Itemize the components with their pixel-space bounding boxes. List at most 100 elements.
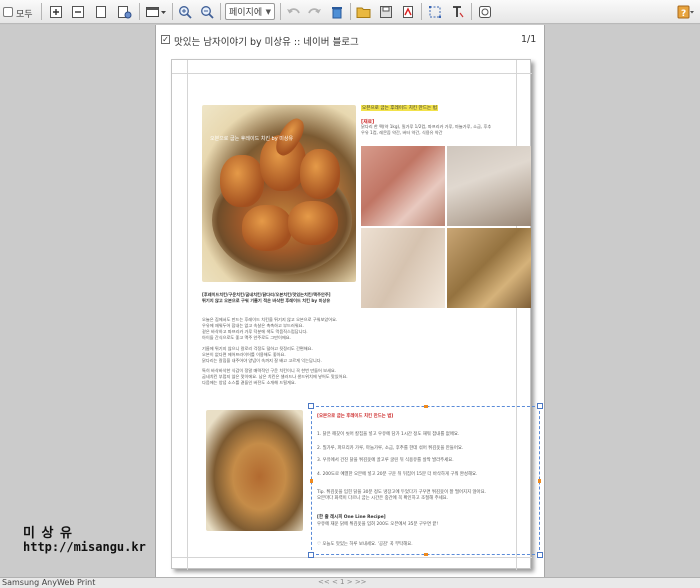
- recipe-step: 2. 밀가루, 파프리카 가루, 마늘가루, 소금, 후추를 한데 섞어 튀김옷…: [317, 446, 464, 451]
- margin-guide: [172, 73, 532, 74]
- save-icon: [380, 5, 392, 18]
- chicken-leg: [206, 410, 240, 450]
- resize-handle[interactable]: [538, 479, 541, 483]
- svg-text:?: ?: [681, 9, 686, 19]
- resize-handle[interactable]: [537, 403, 543, 409]
- chicken-leg: [206, 492, 236, 530]
- add-page-button[interactable]: [48, 3, 64, 20]
- save-button[interactable]: [378, 3, 394, 20]
- select-all-checkbox[interactable]: [3, 7, 13, 17]
- page-setup-button[interactable]: [115, 3, 133, 20]
- left-pane: [0, 25, 155, 577]
- zoom-out-button[interactable]: [199, 3, 215, 20]
- toolbar-separator: [350, 3, 351, 20]
- resize-handle[interactable]: [308, 552, 314, 558]
- chicken-leg: [288, 201, 338, 245]
- settings-button[interactable]: [477, 3, 493, 20]
- margin-guide: [172, 557, 532, 558]
- settings-icon: [479, 5, 491, 18]
- recipe-step: 4. 200도로 예열한 오븐에 넣고 20분 구운 뒤 뒤집어 15분 더 바…: [317, 472, 478, 477]
- page-settings-icon: [118, 5, 132, 18]
- toolbar-separator: [41, 3, 42, 20]
- chicken-leg: [206, 450, 240, 492]
- chicken-leg: [206, 530, 246, 531]
- watermark-url: http://misangu.kr: [23, 540, 146, 554]
- toolbar-separator: [421, 3, 422, 20]
- chicken-leg: [220, 155, 264, 207]
- undo-button[interactable]: [285, 3, 301, 20]
- toolbar-separator: [220, 3, 221, 20]
- recipe-step: 1. 닭은 깨끗이 씻어 칼집을 넣고 우유에 담가 1시간 정도 재워 잡내를…: [317, 432, 460, 437]
- margin-guide: [187, 60, 188, 570]
- closing-text: ♡ 오늘도 맛있는 하루 보내세요. '공감' 꾹 부탁해요.: [317, 542, 413, 547]
- help-icon: ?: [677, 5, 694, 19]
- one-line-text: 우유에 재운 닭에 튀김옷을 입혀 200도 오븐에서 35분 구우면 끝!: [317, 522, 439, 527]
- document-title: 맛있는 남자이야기 by 미상유 :: 네이버 블로그: [174, 37, 359, 48]
- watermark-name: 미 상 유: [23, 526, 73, 541]
- help-button[interactable]: ?: [676, 3, 696, 20]
- page-view-button[interactable]: [93, 3, 109, 20]
- redo-button[interactable]: [307, 3, 323, 20]
- chevron-down-icon: ▼: [265, 7, 271, 16]
- body-paragraph: 오늘은 집에서도 만드는 후레이드 치킨을 튀기지 않고 오븐으로 구워보았어요…: [202, 317, 338, 340]
- recipe-step: 3. 우유에서 건진 닭을 튀김옷에 골고루 굴린 뒤 식용유를 살짝 발라주세…: [317, 458, 454, 463]
- zoom-out-icon: [201, 5, 214, 19]
- chicken-photo-main: 오븐으로 굽는 후레이드 치킨 by 미상유: [202, 105, 356, 282]
- chicken-leg: [242, 205, 292, 251]
- chicken-photo-small: [206, 410, 303, 531]
- zoom-fit-value: 페이지에 맞춤: [229, 8, 265, 18]
- save-pdf-button[interactable]: [400, 3, 416, 20]
- toolbar: 모두 페이지에 맞춤 ▼: [0, 0, 700, 24]
- page-icon: [96, 5, 106, 18]
- document-pane: ✓ 맛있는 남자이야기 by 미상유 :: 네이버 블로그 1/1 오븐으로 굽…: [155, 25, 545, 577]
- redo-icon: [308, 7, 321, 13]
- capture-area-button[interactable]: [427, 3, 443, 20]
- frame-select-dropdown[interactable]: [145, 3, 167, 20]
- app-name: Samsung AnyWeb Print: [2, 578, 96, 587]
- frame-dropdown-icon: [146, 6, 166, 17]
- document-checkbox[interactable]: ✓: [161, 35, 170, 44]
- body-paragraph: 특히 바삭바삭한 식감이 정말 매력적인 구운 치킨이니 꼭 한번 만들어 보세…: [202, 368, 348, 385]
- text-edit-button[interactable]: [450, 3, 466, 20]
- toolbar-separator: [471, 3, 472, 20]
- text-tool-icon: [453, 5, 464, 17]
- photo-grid: [361, 146, 531, 308]
- resize-handle[interactable]: [424, 553, 428, 556]
- delete-button[interactable]: [329, 3, 345, 20]
- photo-caption: 오븐으로 굽는 후레이드 치킨 by 미상유: [210, 136, 294, 142]
- selection-area[interactable]: [311, 406, 540, 555]
- recipe-title: [오븐으로 굽는 후레이드 치킨 만드는 법]: [317, 414, 394, 419]
- zoom-in-button[interactable]: [177, 3, 193, 20]
- capture-area-icon: [429, 5, 441, 18]
- grid-photo-coated-chicken: [447, 146, 531, 226]
- add-page-icon: [50, 5, 62, 18]
- page-navigator[interactable]: << < 1 > >>: [318, 578, 367, 586]
- undo-icon: [287, 7, 300, 13]
- remove-page-button[interactable]: [70, 3, 86, 20]
- resize-handle[interactable]: [308, 403, 314, 409]
- zoom-fit-select[interactable]: 페이지에 맞춤 ▼: [225, 3, 275, 20]
- chicken-leg: [300, 149, 340, 199]
- toolbar-separator: [139, 3, 140, 20]
- open-button[interactable]: [355, 3, 373, 20]
- one-line-title: [한 줄 레시피 One Line Recipe]: [317, 515, 386, 520]
- trash-icon: [332, 6, 342, 18]
- intro-line: 우유 1컵, 레몬즙 약간, 버터 약간, 식용유 약간: [361, 130, 443, 135]
- folder-icon: [356, 7, 371, 18]
- right-pane: [545, 25, 700, 577]
- highlight-heading: 오븐으로 굽는 후레이드 치킨 만드는 법: [361, 105, 438, 111]
- resize-handle[interactable]: [424, 405, 428, 408]
- body-paragraph: 기름에 튀기지 않으니 칼로리 걱정도 덜하고 뒷정리도 간편해요. 오븐이 없…: [202, 346, 322, 363]
- resize-handle[interactable]: [537, 552, 543, 558]
- select-all-label: 모두: [16, 10, 33, 20]
- zoom-in-icon: [179, 5, 192, 19]
- page-count: 1/1: [521, 34, 537, 45]
- resize-handle[interactable]: [310, 479, 313, 483]
- pdf-icon: [403, 5, 413, 18]
- grid-photo-raw-chicken: [361, 146, 445, 226]
- toolbar-separator: [280, 3, 281, 20]
- print-page: 오븐으로 굽는 후레이드 치킨 by 미상유 오븐으로 굽는 후레이드 치킨 만…: [171, 59, 543, 570]
- remove-page-icon: [72, 5, 84, 18]
- status-bar: Samsung AnyWeb Print << < 1 > >>: [0, 577, 700, 588]
- toolbar-separator: [172, 3, 173, 20]
